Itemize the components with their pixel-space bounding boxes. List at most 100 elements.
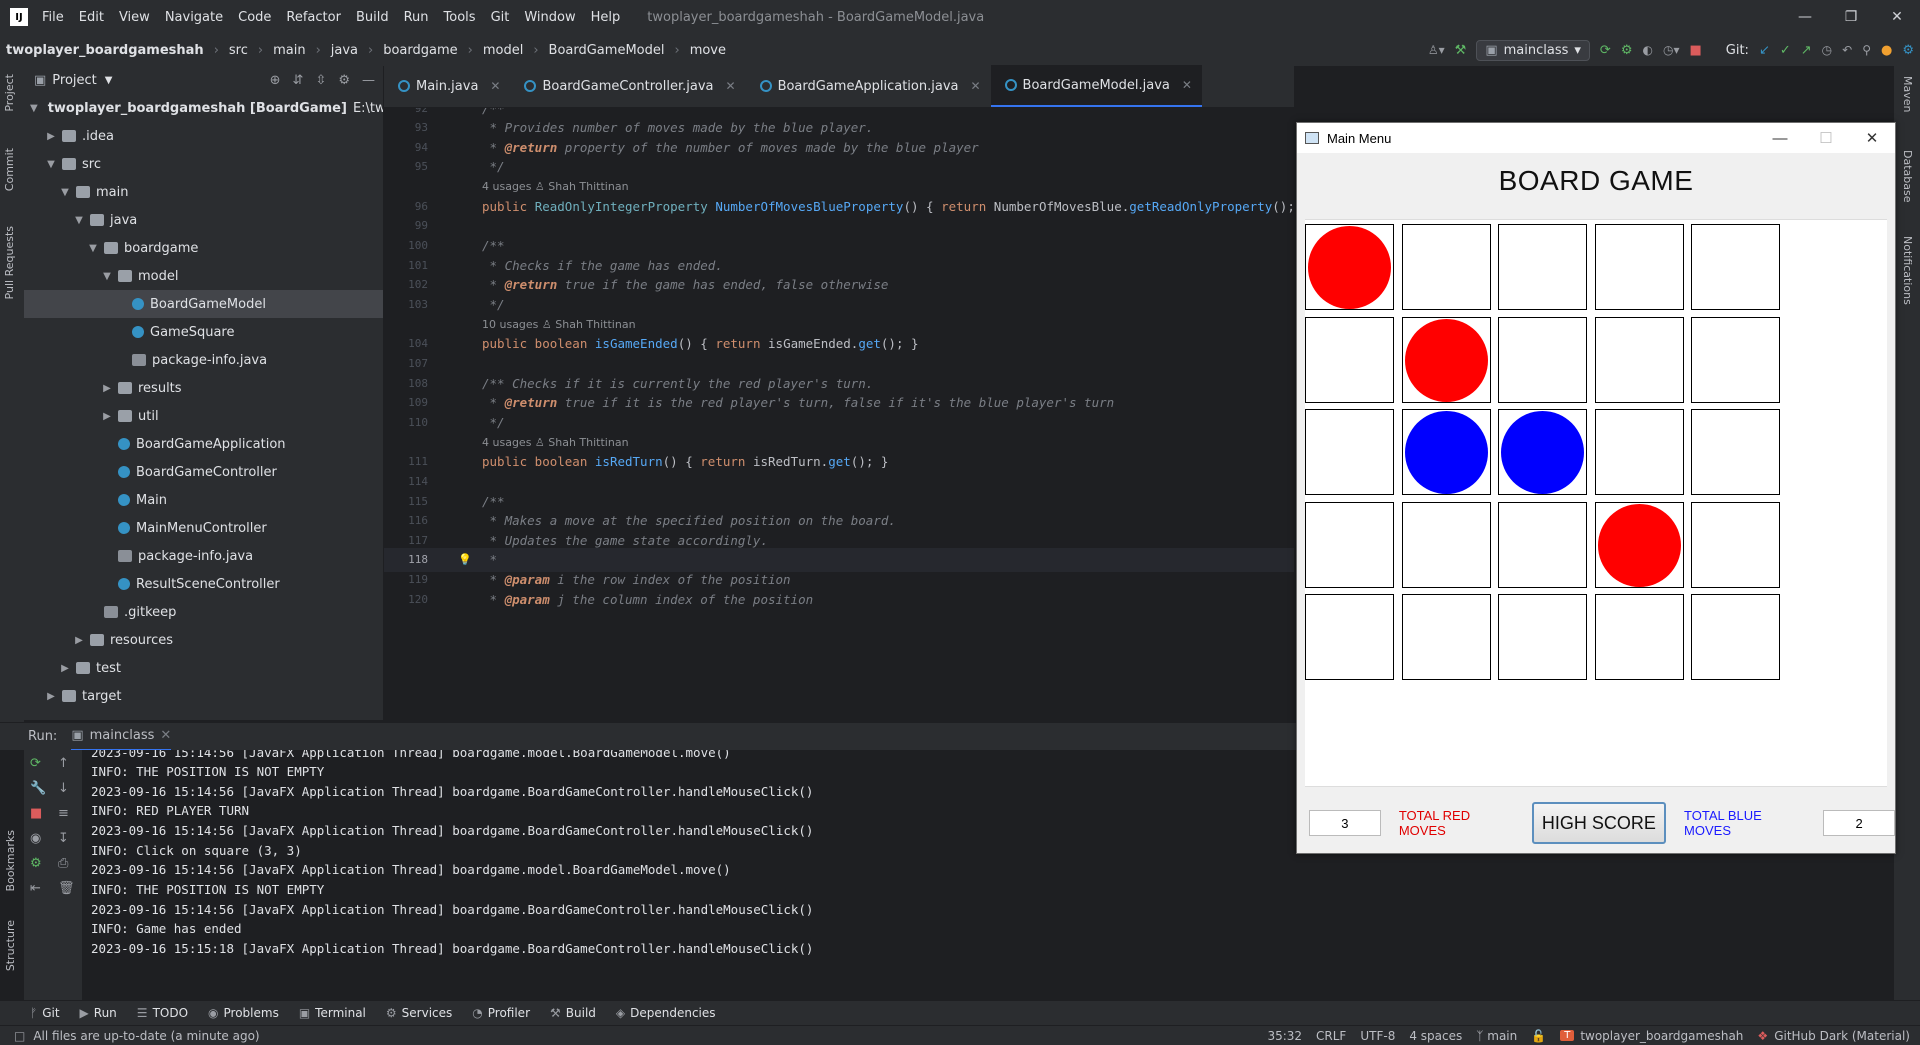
board-square[interactable] [1594, 316, 1684, 403]
search-icon[interactable]: ⚲ [1862, 43, 1871, 57]
menu-item-tools[interactable]: Tools [444, 10, 476, 25]
debug-icon[interactable]: ⚙ [1621, 43, 1633, 58]
bookmarks-tool-label[interactable]: Bookmarks [4, 830, 17, 891]
board-square[interactable] [1305, 409, 1394, 495]
close-tab-icon[interactable]: ✕ [970, 79, 980, 93]
restore-icon[interactable]: ❐ [1828, 0, 1874, 34]
notifications-tool-label[interactable]: Notifications [1901, 236, 1914, 305]
tool-terminal[interactable]: ▣ Terminal [299, 1006, 366, 1020]
rerun-icon[interactable]: ⟳ [1600, 43, 1611, 58]
settings-icon[interactable]: ⚙ [1902, 43, 1914, 58]
board-square[interactable] [1401, 501, 1491, 588]
board-square[interactable] [1691, 409, 1780, 495]
tree-item[interactable]: BoardGameApplication [24, 430, 383, 458]
tree-item[interactable]: package-info.java [24, 542, 383, 570]
expand-all-icon[interactable]: ⇵ [293, 73, 304, 88]
board-square[interactable] [1498, 501, 1587, 588]
commit-tool-label[interactable]: Commit [3, 148, 16, 191]
close-tab-icon[interactable]: ✕ [1182, 78, 1192, 92]
board-square[interactable] [1498, 316, 1587, 403]
tree-item[interactable]: ▼ main [24, 178, 383, 206]
chevron-down-icon[interactable]: ▼ [72, 215, 86, 226]
rollback-icon[interactable]: ↶ [1842, 43, 1852, 57]
line-separator[interactable]: CRLF [1316, 1029, 1346, 1043]
chevron-down-icon[interactable]: ▼ [44, 159, 58, 170]
lock-icon[interactable]: 🔓 [1531, 1029, 1546, 1043]
tree-item[interactable]: ▶ test [24, 654, 383, 682]
minimize-icon[interactable]: — [1782, 0, 1828, 34]
tool-profiler[interactable]: ◔ Profiler [472, 1006, 530, 1020]
board-square[interactable] [1691, 501, 1780, 588]
breadcrumb-item[interactable]: main [273, 43, 305, 58]
locate-icon[interactable]: ⊕ [270, 73, 281, 88]
menu-item-refactor[interactable]: Refactor [286, 10, 341, 25]
close-icon[interactable]: ✕ [1874, 0, 1920, 34]
board-square[interactable] [1401, 594, 1491, 680]
menu-item-file[interactable]: File [42, 10, 64, 25]
tree-item[interactable]: ▼ boardgame [24, 234, 383, 262]
chevron-right-icon[interactable]: ▶ [72, 635, 86, 646]
menu-item-view[interactable]: View [119, 10, 150, 25]
git-push-icon[interactable]: ↗ [1801, 43, 1812, 58]
usage-hint[interactable]: 10 usages ♙ Shah Thittinan [482, 318, 636, 331]
tree-item[interactable]: ▶ resources [24, 626, 383, 654]
coverage-icon[interactable]: ◐ [1642, 43, 1652, 57]
breadcrumb-item[interactable]: model [483, 43, 523, 58]
tree-item[interactable]: .gitkeep [24, 598, 383, 626]
chevron-down-icon[interactable]: ▼ [30, 103, 38, 114]
tool-run[interactable]: ▶ Run [80, 1006, 117, 1020]
up-icon[interactable]: ↑ [58, 756, 75, 771]
editor-tab[interactable]: BoardGameModel.java ✕ [990, 65, 1202, 107]
indent-setting[interactable]: 4 spaces [1409, 1029, 1462, 1043]
tree-item[interactable]: GameSquare [24, 318, 383, 346]
breadcrumb-item[interactable]: boardgame [383, 43, 457, 58]
board-square[interactable] [1594, 594, 1684, 680]
board-square[interactable] [1498, 594, 1587, 680]
tree-item[interactable]: BoardGameController [24, 458, 383, 486]
board-square[interactable] [1498, 224, 1587, 310]
database-tool-label[interactable]: Database [1901, 150, 1914, 203]
print-icon[interactable]: ⎙ [58, 856, 75, 871]
tree-item[interactable]: ▶ .idea [24, 122, 383, 150]
menu-item-git[interactable]: Git [491, 10, 510, 25]
chevron-right-icon[interactable]: ▶ [58, 663, 72, 674]
tree-item[interactable]: ▼ twoplayer_boardgameshah [BoardGame] E:\t… [24, 94, 383, 122]
board-square[interactable] [1305, 501, 1394, 588]
usage-hint[interactable]: 4 usages ♙ Shah Thittinan [482, 180, 629, 193]
update-icon[interactable]: ● [1881, 43, 1892, 58]
close-tab-icon[interactable]: ✕ [490, 79, 500, 93]
theme-name[interactable]: ❖ GitHub Dark (Material) [1757, 1029, 1910, 1043]
chevron-down-icon[interactable]: ▼ [100, 271, 114, 282]
menu-item-build[interactable]: Build [356, 10, 389, 25]
menu-item-run[interactable]: Run [404, 10, 429, 25]
stop-icon[interactable]: ■ [1689, 43, 1701, 58]
pull-requests-tool-label[interactable]: Pull Requests [3, 226, 16, 299]
tool-problems[interactable]: ◉ Problems [208, 1006, 279, 1020]
menu-item-edit[interactable]: Edit [79, 10, 104, 25]
collapse-all-icon[interactable]: ⇳ [315, 73, 326, 88]
board-square[interactable] [1401, 224, 1491, 310]
breadcrumb-item[interactable]: BoardGameModel [549, 43, 665, 58]
history-icon[interactable]: ◷ [1822, 43, 1832, 57]
board-square[interactable] [1305, 224, 1394, 310]
chevron-right-icon[interactable]: ▶ [44, 691, 58, 702]
code-line[interactable]: 120 * @param j the column index of the p… [384, 587, 1294, 611]
git-update-icon[interactable]: ↙ [1759, 43, 1770, 58]
run-config-select[interactable]: ▣ mainclass ▾ [1476, 39, 1590, 61]
scroll-end-icon[interactable]: ↧ [58, 831, 75, 846]
board-square[interactable] [1401, 409, 1491, 495]
chevron-down-icon[interactable]: ▼ [105, 75, 113, 86]
board-square[interactable] [1305, 594, 1394, 680]
gear-icon[interactable]: ⚙ [338, 73, 350, 88]
tree-item[interactable]: ▼ src [24, 150, 383, 178]
board-square[interactable] [1594, 409, 1684, 495]
close-icon[interactable]: ✕ [1849, 123, 1895, 153]
tree-item[interactable]: ▼ java [24, 206, 383, 234]
user-icon[interactable]: ♙▾ [1428, 43, 1445, 57]
caret-position[interactable]: 35:32 [1267, 1029, 1302, 1043]
structure-tool-label[interactable]: Structure [4, 920, 17, 971]
git-branch[interactable]: ᛉ main [1476, 1029, 1517, 1043]
close-tab-icon[interactable]: ✕ [726, 79, 736, 93]
build-hammer-icon[interactable]: ⚒ [1455, 43, 1467, 58]
tool-dependencies[interactable]: ◈ Dependencies [616, 1006, 716, 1020]
